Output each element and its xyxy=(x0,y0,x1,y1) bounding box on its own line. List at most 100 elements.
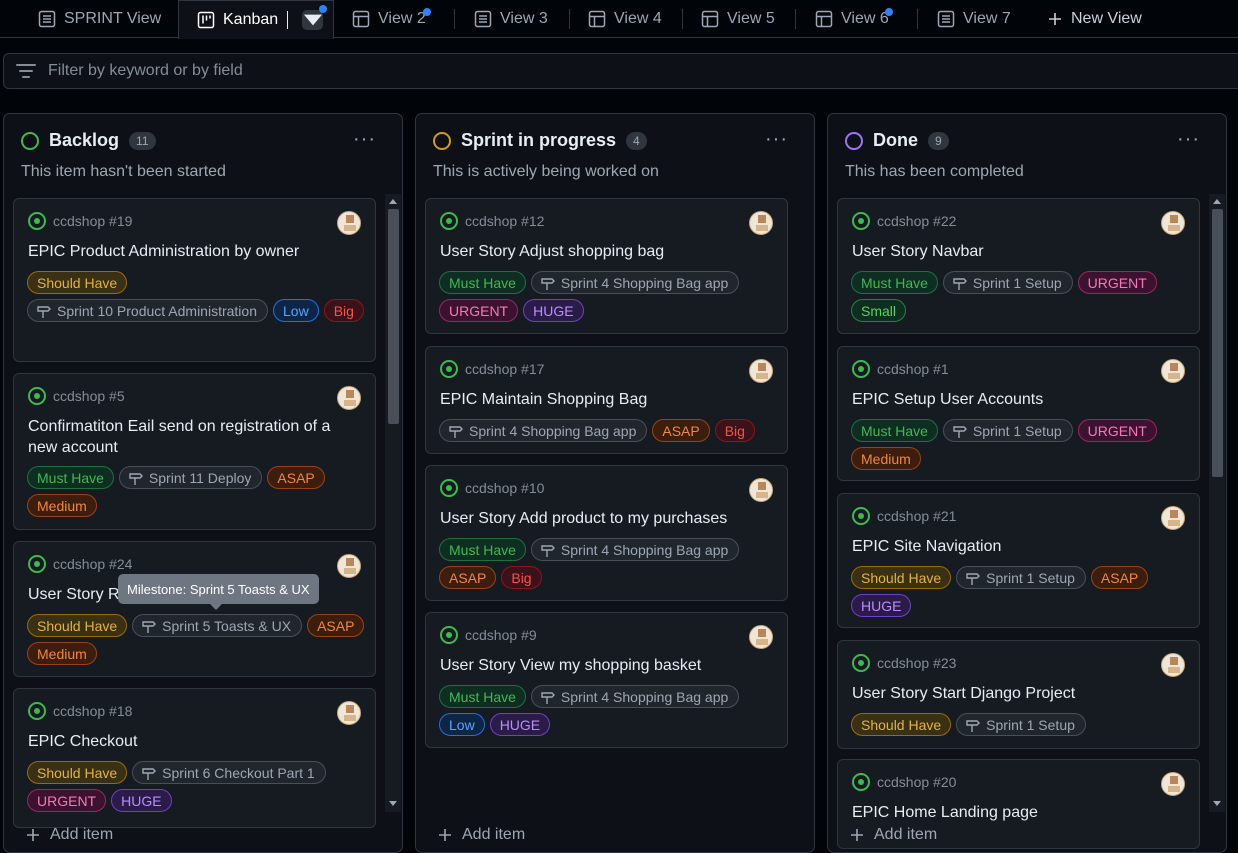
issue-reference[interactable]: ccdshop #20 xyxy=(877,774,956,790)
issue-reference[interactable]: ccdshop #22 xyxy=(877,213,956,229)
issue-title[interactable]: EPIC Site Navigation xyxy=(852,536,1187,557)
column-menu-button[interactable]: ··· xyxy=(765,128,788,151)
label-asap[interactable]: ASAP xyxy=(439,566,497,589)
label-urgent[interactable]: URGENT xyxy=(1077,419,1157,442)
label-huge[interactable]: HUGE xyxy=(489,713,551,736)
add-item-button[interactable]: Add item xyxy=(26,826,113,844)
label-asap[interactable]: ASAP xyxy=(652,419,710,442)
milestone-label[interactable]: Sprint 6 Checkout Part 1 xyxy=(132,761,326,784)
label-should[interactable]: Should Have xyxy=(851,713,952,736)
milestone-label[interactable]: Sprint 4 Shopping Bag app xyxy=(439,419,648,442)
issue-card[interactable]: ccdshop #24 User Story Re Should Have Sprin… xyxy=(13,541,376,677)
milestone-label[interactable]: Sprint 10 Product Administration xyxy=(27,299,268,322)
milestone-label[interactable]: Sprint 1 Setup xyxy=(942,419,1073,442)
assignee-avatar[interactable] xyxy=(1161,653,1185,677)
column-scrollbar[interactable] xyxy=(385,194,401,812)
issue-card[interactable]: ccdshop #9 User Story View my shopping ba… xyxy=(425,612,788,748)
scroll-up-arrow[interactable] xyxy=(389,199,397,204)
milestone-label[interactable]: Sprint 4 Shopping Bag app xyxy=(530,271,740,294)
assignee-avatar[interactable] xyxy=(1161,772,1185,796)
issue-title[interactable]: User Story Add product to my purchases xyxy=(440,508,775,529)
add-item-button[interactable]: Add item xyxy=(438,826,525,844)
issue-card[interactable]: ccdshop #23 User Story Start Django Proje… xyxy=(837,640,1200,749)
milestone-label[interactable]: Sprint 4 Shopping Bag app xyxy=(530,685,740,708)
issue-reference[interactable]: ccdshop #17 xyxy=(465,361,544,377)
scroll-down-arrow[interactable] xyxy=(1213,801,1221,806)
scrollbar-thumb[interactable] xyxy=(388,209,399,424)
issue-card[interactable]: ccdshop #17 EPIC Maintain Shopping Bag Spr… xyxy=(425,346,788,454)
label-small[interactable]: Small xyxy=(851,299,907,322)
milestone-label[interactable]: Sprint 11 Deploy xyxy=(118,466,263,489)
add-item-button[interactable]: Add item xyxy=(850,826,937,844)
issue-card[interactable]: ccdshop #10 User Story Add product to my … xyxy=(425,465,788,601)
tab-view-7[interactable]: View 7 xyxy=(937,0,1011,38)
issue-reference[interactable]: ccdshop #24 xyxy=(53,556,132,572)
issue-reference[interactable]: ccdshop #21 xyxy=(877,508,956,524)
tab-view-5[interactable]: View 5 xyxy=(701,0,775,38)
milestone-label[interactable]: Sprint 5 Toasts & UX xyxy=(132,614,303,637)
scroll-up-arrow[interactable] xyxy=(1213,199,1221,204)
label-urgent[interactable]: URGENT xyxy=(439,299,519,322)
label-should[interactable]: Should Have xyxy=(27,761,128,784)
assignee-avatar[interactable] xyxy=(749,478,773,502)
label-huge[interactable]: HUGE xyxy=(851,594,912,617)
issue-card[interactable]: ccdshop #21 EPIC Site Navigation Should Ha… xyxy=(837,493,1200,628)
column-menu-button[interactable]: ··· xyxy=(1177,128,1200,151)
tab-sprint-view[interactable]: SPRINT View xyxy=(38,0,161,38)
tab-view-3[interactable]: View 3 xyxy=(474,0,548,38)
filter-bar[interactable]: Filter by keyword or by field xyxy=(3,53,1238,89)
label-asap[interactable]: ASAP xyxy=(267,466,325,489)
assignee-avatar[interactable] xyxy=(1161,359,1185,383)
issue-card[interactable]: ccdshop #1 EPIC Setup User Accounts Must H… xyxy=(837,346,1200,481)
label-big[interactable]: Big xyxy=(501,566,542,589)
label-must[interactable]: Must Have xyxy=(439,271,526,294)
label-must[interactable]: Must Have xyxy=(439,685,526,708)
issue-reference[interactable]: ccdshop #18 xyxy=(53,703,132,719)
label-should[interactable]: Should Have xyxy=(27,271,128,294)
column-scrollbar[interactable] xyxy=(1209,194,1225,812)
assignee-avatar[interactable] xyxy=(1161,211,1185,235)
assignee-avatar[interactable] xyxy=(337,211,361,235)
label-medium[interactable]: Medium xyxy=(27,494,97,517)
milestone-label[interactable]: Sprint 1 Setup xyxy=(956,566,1086,589)
assignee-avatar[interactable] xyxy=(1161,506,1185,530)
issue-title[interactable]: EPIC Setup User Accounts xyxy=(852,389,1187,410)
issue-title[interactable]: User Story Start Django Project xyxy=(852,683,1187,704)
issue-title[interactable]: User Story Navbar xyxy=(852,241,1187,262)
label-huge[interactable]: HUGE xyxy=(111,789,172,812)
issue-title[interactable]: EPIC Product Administration by owner xyxy=(28,241,363,262)
tab-view-4[interactable]: View 4 xyxy=(588,0,662,38)
filter-input[interactable]: Filter by keyword or by field xyxy=(48,62,243,80)
label-must[interactable]: Must Have xyxy=(851,419,938,442)
label-medium[interactable]: Medium xyxy=(27,642,97,665)
issue-reference[interactable]: ccdshop #9 xyxy=(465,627,537,643)
column-menu-button[interactable]: ··· xyxy=(353,128,376,151)
assignee-avatar[interactable] xyxy=(749,625,773,649)
label-must[interactable]: Must Have xyxy=(439,538,526,561)
issue-title[interactable]: User Story View my shopping basket xyxy=(440,655,775,676)
label-urgent[interactable]: URGENT xyxy=(27,789,107,812)
label-must[interactable]: Must Have xyxy=(27,466,114,489)
issue-reference[interactable]: ccdshop #10 xyxy=(465,480,544,496)
issue-card[interactable]: ccdshop #12 User Story Adjust shopping ba… xyxy=(425,198,788,334)
issue-title[interactable]: Confirmatiton Eail send on registration … xyxy=(28,416,363,458)
assignee-avatar[interactable] xyxy=(749,359,773,383)
issue-card[interactable]: ccdshop #19 EPIC Product Administration b… xyxy=(13,198,376,362)
assignee-avatar[interactable] xyxy=(749,211,773,235)
milestone-label[interactable]: Sprint 4 Shopping Bag app xyxy=(530,538,740,561)
issue-title[interactable]: EPIC Maintain Shopping Bag xyxy=(440,389,775,410)
tab-view-6[interactable]: View 6 xyxy=(815,0,889,38)
scrollbar-thumb[interactable] xyxy=(1212,209,1223,477)
label-should[interactable]: Should Have xyxy=(851,566,952,589)
tab-view-2[interactable]: View 2 xyxy=(352,0,426,38)
scroll-down-arrow[interactable] xyxy=(389,801,397,806)
assignee-avatar[interactable] xyxy=(337,386,361,410)
issue-reference[interactable]: ccdshop #5 xyxy=(53,388,125,404)
assignee-avatar[interactable] xyxy=(337,554,361,578)
issue-title[interactable]: User Story Adjust shopping bag xyxy=(440,241,775,262)
new-view-button[interactable]: New View xyxy=(1047,0,1142,38)
issue-reference[interactable]: ccdshop #12 xyxy=(465,213,544,229)
label-low[interactable]: Low xyxy=(439,713,485,736)
assignee-avatar[interactable] xyxy=(337,701,361,725)
label-asap[interactable]: ASAP xyxy=(1090,566,1149,589)
